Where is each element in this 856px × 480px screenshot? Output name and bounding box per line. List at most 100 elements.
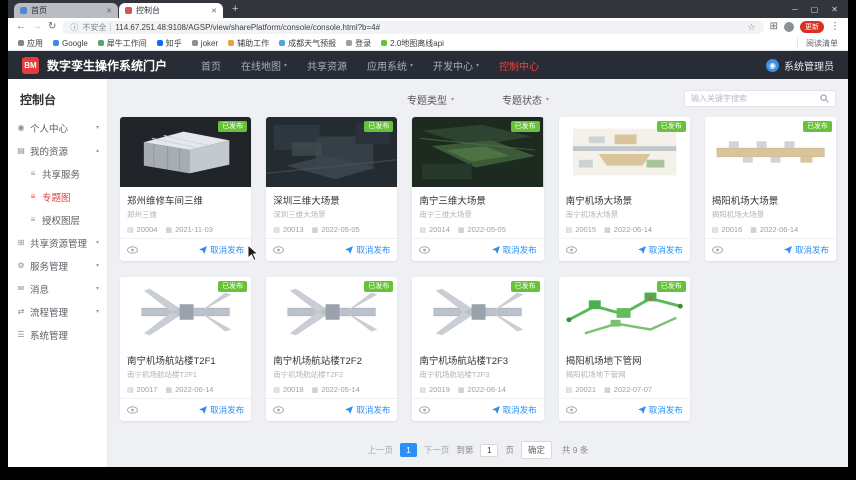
unpublish-button[interactable]: 取消发布 [199,404,244,416]
browser-tab[interactable]: 控制台 ✕ [119,3,223,18]
bookmark-item[interactable]: 应用 [18,38,43,49]
tab-close-icon[interactable]: ✕ [106,7,112,15]
sidebar-item-label: 授权图层 [42,215,81,227]
views-eye-icon[interactable] [273,406,285,414]
bookmark-star-icon[interactable]: ☆ [748,22,756,33]
minimize-icon[interactable]: ─ [792,5,798,14]
new-tab-button[interactable]: + [232,3,238,15]
search-input[interactable] [691,94,816,103]
sidebar-item-label: 消息 [30,284,50,296]
views-eye-icon[interactable] [711,246,723,254]
search-box[interactable] [684,90,836,107]
topic-card: 已发布 深圳三维大场景 深圳三维大场景 ▤ 20013 ▦ 2022-05-05… [266,117,398,261]
back-button[interactable]: ← [16,22,26,32]
status-badge: 已发布 [364,281,394,293]
reading-list-button[interactable]: 阅读清单 [797,37,838,49]
unpublish-button[interactable]: 取消发布 [345,244,390,256]
browser-tab[interactable]: 首页 ✕ [14,3,118,18]
sidebar-item[interactable]: ☰ 系统管理 [8,323,107,346]
status-badge: 已发布 [656,121,686,133]
sidebar-item-label: 共享服务 [42,169,81,181]
confirm-button[interactable]: 确定 [520,441,552,459]
status-badge: 已发布 [218,281,248,293]
sidebar-item-icon: ◉ [17,123,25,132]
extensions-icon[interactable]: ⊞ [770,22,778,32]
address-bar[interactable]: ⓘ 不安全 114.67.251.48:9108/AGSP/view/share… [62,20,764,34]
update-badge[interactable]: 更新 [800,21,824,33]
unpublish-button[interactable]: 取消发布 [199,244,244,256]
bookmark-item[interactable]: 2.0地图离线api [381,38,444,49]
unpublish-button[interactable]: 取消发布 [491,404,537,416]
sidebar-item-icon: ✉ [17,284,25,293]
bookmark-item[interactable]: 辅助工作 [228,38,269,49]
sidebar-item[interactable]: ⊞ 共享资源管理 ▾ [8,231,107,254]
views-eye-icon[interactable] [273,246,285,254]
topic-card: 已发布 南宁机场航站楼T2F1 南宁机场航站楼T2F1 ▤ 20017 ▦ 20… [120,277,252,421]
calendar-icon: ▦ [311,226,319,234]
sidebar-item[interactable]: ≡ 授权图层 [8,208,107,231]
sidebar-item[interactable]: ≡ 共享服务 [8,162,107,185]
filter-topic-type[interactable]: 专题类型 ▾ [407,92,454,107]
topic-card-footer: 取消发布 [412,398,544,421]
unpublish-button[interactable]: 取消发布 [637,244,683,256]
nav-item[interactable]: 首页 [191,58,231,73]
views-eye-icon[interactable] [565,406,577,414]
sidebar-item[interactable]: ▤ 我的资源 ▴ [8,139,107,162]
nav-item[interactable]: 应用系统 ▾ [357,58,423,73]
unpublish-button[interactable]: 取消发布 [637,404,683,416]
topic-card-footer: 取消发布 [266,398,398,421]
unpublish-button[interactable]: 取消发布 [345,404,390,416]
close-icon[interactable]: ✕ [831,5,838,14]
unpublish-button[interactable]: 取消发布 [783,244,829,256]
topic-grid: 已发布 郑州维修车间三维 郑州三维 ▤ 20004 ▦ 2021-11-03 取… [120,117,836,421]
nav-item[interactable]: 开发中心 ▾ [423,58,489,73]
profile-avatar[interactable] [784,22,794,32]
filter-topic-status[interactable]: 专题状态 ▾ [502,92,549,107]
menu-kebab-icon[interactable]: ⋮ [830,22,840,32]
views-eye-icon[interactable] [419,406,431,414]
sidebar-item[interactable]: ✉ 消息 ▾ [8,277,107,300]
sidebar-item[interactable]: ◉ 个人中心 ▾ [8,116,107,139]
sidebar-item[interactable]: ⇄ 流程管理 ▾ [8,300,107,323]
forward-button[interactable]: → [32,22,42,32]
bookmark-item[interactable]: 知乎 [156,38,182,49]
unpublish-button[interactable]: 取消发布 [491,244,537,256]
nav-item[interactable]: 在线地图 ▾ [231,58,297,73]
topic-id: 20021 [575,385,597,394]
chevron-icon: ▾ [95,286,99,292]
prev-page-button[interactable]: 上一页 [368,444,394,456]
search-icon[interactable] [820,94,829,103]
bookmark-item[interactable]: joker [191,38,219,48]
topic-date: 2022-05-14 [321,385,360,394]
sidebar-item-icon: ≡ [30,192,36,201]
bookmark-item[interactable]: 登录 [346,38,371,49]
bookmark-label: joker [200,38,219,48]
page-jump-input[interactable] [480,443,499,457]
views-eye-icon[interactable] [127,246,138,254]
tab-close-icon[interactable]: ✕ [211,7,217,15]
nav-item[interactable]: 共享资源 [297,58,357,73]
chevron-icon: ▾ [95,125,99,131]
sidebar-item-label: 我的资源 [30,146,69,158]
sidebar-item-label: 服务管理 [30,261,69,273]
maximize-icon[interactable]: ▢ [811,5,819,14]
page-1-button[interactable]: 1 [400,443,417,457]
unpublish-label: 取消发布 [648,405,683,415]
info-icon[interactable]: ⓘ [70,22,78,33]
total-count: 共 9 条 [561,445,589,455]
next-page-button[interactable]: 下一页 [424,444,450,456]
bookmark-item[interactable]: 犀牛工作间 [97,38,147,49]
topic-meta: ▤ 20016 ▦ 2022-06-14 [712,225,829,234]
views-eye-icon[interactable] [565,246,577,254]
views-eye-icon[interactable] [419,246,431,254]
bookmark-item[interactable]: 成都天气预报 [279,38,336,49]
reload-button[interactable]: ↻ [48,22,56,32]
topic-id: 20015 [575,225,597,234]
sidebar-item[interactable]: ≡ 专题图 [8,185,107,208]
views-eye-icon[interactable] [127,406,138,414]
calendar-icon: ▦ [604,386,611,394]
bookmark-item[interactable]: Google [53,39,88,48]
nav-item[interactable]: 控制中心 [489,58,549,73]
sidebar-item[interactable]: ⚙ 服务管理 ▾ [8,254,107,277]
user-menu[interactable]: ◉ 系统管理员 [766,58,834,73]
